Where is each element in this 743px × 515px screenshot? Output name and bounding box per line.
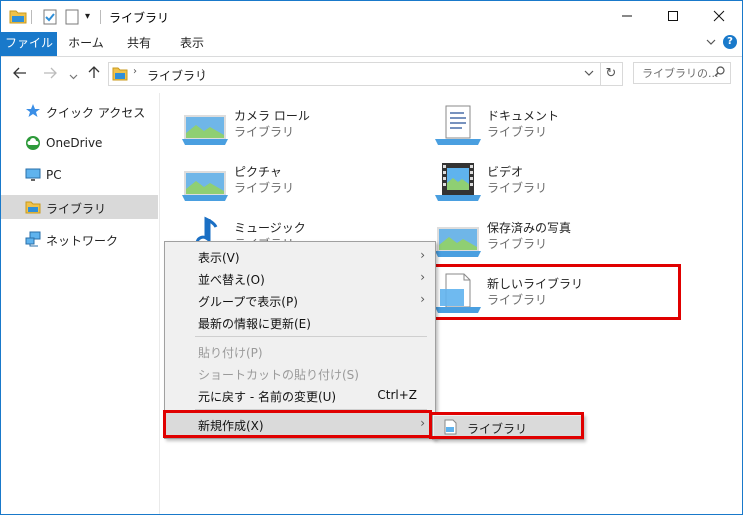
menu-shortcut: Ctrl+Z (377, 388, 417, 402)
menu-item-paste[interactable]: 貼り付け(P) (165, 340, 435, 362)
library-item-saved-pictures[interactable]: 保存済みの写真 ライブラリ (434, 213, 654, 263)
menu-label: 貼り付け(P) (198, 346, 263, 360)
library-name: ピクチャ (234, 165, 282, 179)
network-icon (25, 231, 41, 247)
document-library-icon (434, 103, 482, 147)
nav-label: ネットワーク (46, 234, 119, 248)
library-type: ライブラリ (234, 125, 295, 139)
title-separator (100, 10, 101, 24)
nav-item-libraries[interactable]: ライブラリ (1, 195, 158, 219)
nav-label: OneDrive (46, 136, 103, 150)
up-button[interactable] (88, 65, 100, 83)
cloud-icon (25, 135, 41, 151)
forward-button[interactable] (43, 65, 57, 83)
window-title: ライブラリ (109, 11, 170, 25)
tab-file[interactable]: ファイル (1, 32, 57, 56)
menu-item-undo-rename[interactable]: 元に戻す - 名前の変更(U) Ctrl+Z (165, 384, 435, 406)
close-button[interactable] (696, 1, 742, 31)
library-icon (25, 199, 41, 215)
back-button[interactable] (13, 65, 27, 83)
properties-icon[interactable] (43, 8, 57, 25)
tab-share[interactable]: 共有 (118, 32, 160, 56)
monitor-icon (25, 167, 41, 183)
search-icon (714, 63, 725, 85)
library-icon (112, 66, 128, 84)
minimize-button[interactable] (604, 1, 650, 31)
help-icon[interactable]: ? (723, 35, 737, 49)
ribbon-expand-icon[interactable] (705, 36, 717, 51)
highlight-box-new-menu (163, 410, 432, 438)
refresh-button[interactable]: ↻ (600, 62, 623, 86)
menu-separator (195, 336, 427, 337)
menu-item-group-by[interactable]: グループで表示(P) › (165, 289, 435, 311)
breadcrumb-chevron-icon[interactable]: › (201, 66, 205, 77)
picture-library-icon (181, 159, 229, 203)
menu-label: 並べ替え(O) (198, 273, 265, 287)
customize-qa-icon[interactable]: ▾ (85, 8, 90, 25)
new-folder-icon[interactable] (65, 8, 79, 25)
tab-view[interactable]: 表示 (171, 32, 213, 56)
breadcrumb-library[interactable]: ライブラリ (147, 67, 207, 84)
menu-item-refresh[interactable]: 最新の情報に更新(E) (165, 311, 435, 333)
library-type: ライブラリ (487, 237, 548, 251)
explorer-window: ▾ ライブラリ ファイル ホーム 共有 表示 ? › ライブラリ › ↻ ライブ… (0, 0, 743, 515)
address-bar[interactable]: › ライブラリ › (108, 62, 601, 86)
navigation-pane: クイック アクセス OneDrive PC ライブラリ ネットワーク (1, 93, 160, 514)
library-item-pictures[interactable]: ピクチャ ライブラリ (181, 157, 401, 207)
library-type: ライブラリ (487, 181, 548, 195)
menu-label: 最新の情報に更新(E) (198, 317, 311, 331)
nav-item-pc[interactable]: PC (1, 163, 158, 187)
title-bar: ▾ ライブラリ (1, 1, 742, 32)
highlight-box-new-library (433, 264, 681, 320)
library-type: ライブラリ (487, 125, 548, 139)
library-item-documents[interactable]: ドキュメント ライブラリ (434, 101, 654, 151)
menu-label: グループで表示(P) (198, 295, 298, 309)
breadcrumb-chevron-icon: › (133, 66, 137, 77)
menu-label: 表示(V) (198, 251, 240, 265)
library-name: ビデオ (487, 165, 524, 179)
picture-library-icon (434, 215, 482, 259)
submenu-arrow-icon: › (420, 248, 425, 262)
nav-label: ライブラリ (46, 202, 107, 216)
menu-label: ショートカットの貼り付け(S) (198, 368, 359, 382)
menu-item-paste-shortcut[interactable]: ショートカットの貼り付け(S) (165, 362, 435, 384)
library-name: カメラ ロール (234, 109, 310, 123)
library-name: ドキュメント (487, 109, 560, 123)
highlight-box-submenu-library (429, 412, 584, 439)
picture-library-icon (181, 103, 229, 147)
video-library-icon (434, 159, 482, 203)
tab-home[interactable]: ホーム (65, 32, 107, 56)
library-item-camera-roll[interactable]: カメラ ロール ライブラリ (181, 101, 401, 151)
ribbon-tabs: ファイル ホーム 共有 表示 ? (1, 32, 742, 57)
library-name: ミュージック (234, 221, 306, 235)
menu-item-sort-by[interactable]: 並べ替え(O) › (165, 267, 435, 289)
maximize-button[interactable] (650, 1, 696, 31)
qa-separator (31, 10, 32, 24)
library-item-videos[interactable]: ビデオ ライブラリ (434, 157, 654, 207)
address-dropdown-icon[interactable] (584, 65, 594, 84)
nav-item-onedrive[interactable]: OneDrive (1, 131, 158, 155)
search-input[interactable]: ライブラリの... (633, 62, 731, 84)
submenu-arrow-icon: › (420, 270, 425, 284)
folder-icon (9, 8, 27, 25)
submenu-arrow-icon: › (420, 292, 425, 306)
nav-label: クイック アクセス (46, 106, 146, 120)
nav-item-quick-access[interactable]: クイック アクセス (1, 99, 158, 123)
library-name: 保存済みの写真 (487, 221, 572, 235)
recent-locations-icon[interactable] (69, 67, 78, 85)
menu-label: 元に戻す - 名前の変更(U) (198, 390, 337, 404)
library-type: ライブラリ (234, 181, 295, 195)
search-placeholder: ライブラリの... (642, 67, 719, 80)
star-icon (25, 103, 41, 119)
nav-label: PC (46, 168, 62, 182)
menu-item-view[interactable]: 表示(V) › (165, 245, 435, 267)
nav-item-network[interactable]: ネットワーク (1, 227, 158, 251)
